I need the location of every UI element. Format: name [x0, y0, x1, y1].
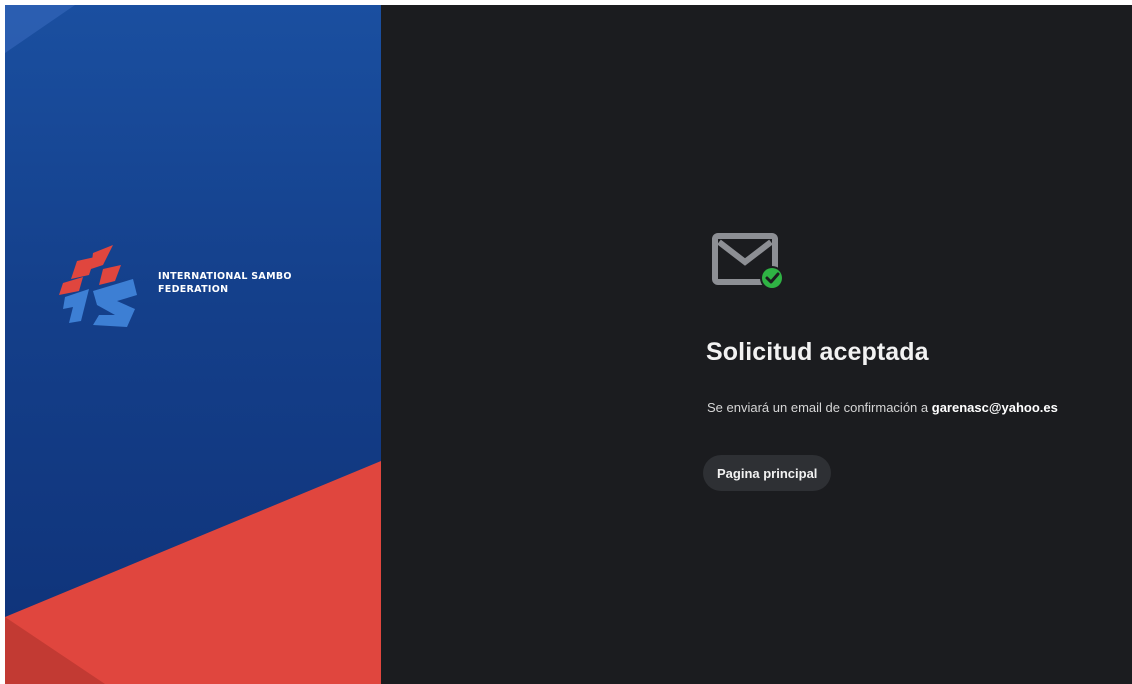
confirmation-email: garenasc@yahoo.es: [931, 400, 1058, 415]
corner-accent-shape: [5, 5, 75, 53]
brand-name-line1: INTERNATIONAL SAMBO: [158, 271, 292, 282]
brand-panel: INTERNATIONAL SAMBO FEDERATION: [5, 5, 381, 684]
confirmation-panel: Solicitud aceptada Se enviará un email d…: [381, 5, 1132, 684]
fias-logo-icon: [53, 245, 141, 329]
brand-name: INTERNATIONAL SAMBO FEDERATION: [158, 270, 292, 296]
home-page-button[interactable]: Pagina principal: [703, 455, 832, 491]
red-band-shape: [5, 461, 381, 684]
confirmation-message-text: Se enviará un email de confirmación a: [707, 400, 929, 415]
confirmation-message: Se enviará un email de confirmación a ga…: [707, 400, 1058, 415]
brand-name-line2: FEDERATION: [158, 284, 229, 295]
mail-check-icon: [711, 232, 787, 292]
confirmation-title: Solicitud aceptada: [706, 338, 929, 366]
page-frame: INTERNATIONAL SAMBO FEDERATION Solicitud…: [5, 5, 1132, 684]
brand-panel-background: [5, 5, 381, 684]
